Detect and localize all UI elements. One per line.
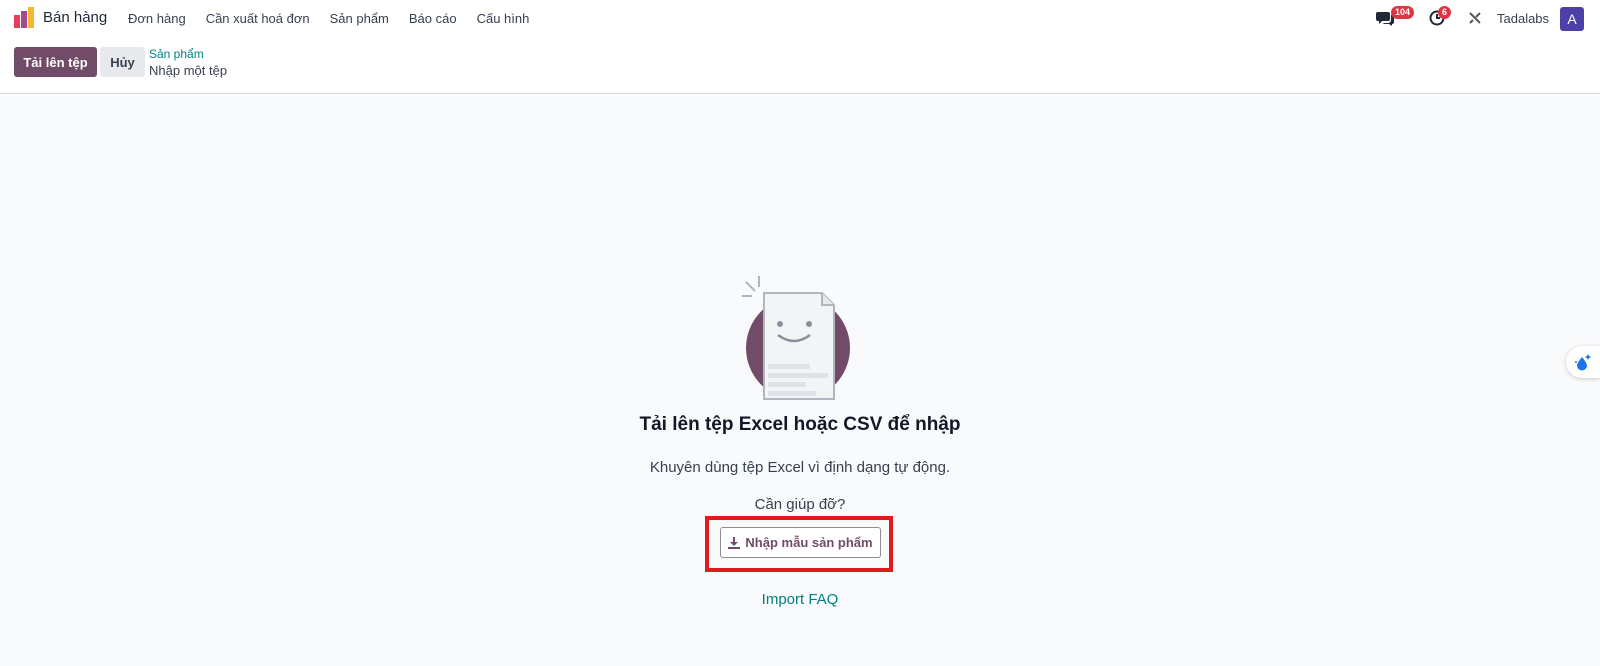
upload-title: Tải lên tệp Excel hoặc CSV để nhập: [639, 414, 961, 435]
company-name[interactable]: Tadalabs: [1497, 11, 1549, 26]
breadcrumb-current: Nhập một tệp: [149, 63, 228, 78]
tools-icon: [1469, 12, 1481, 24]
menu-item-products[interactable]: Sản phẩm: [330, 11, 389, 26]
top-navbar: Bán hàng Đơn hàng Cần xuất hoá đơn Sản p…: [0, 0, 1600, 38]
menu-item-orders[interactable]: Đơn hàng: [128, 11, 186, 26]
app-name[interactable]: Bán hàng: [43, 9, 107, 26]
control-panel: Tải lên tệp Hủy Sản phẩm Nhập một tệp: [0, 38, 1600, 94]
activities-badge: 6: [1438, 6, 1452, 19]
sparkle-drop-icon: [1575, 354, 1591, 371]
menu-item-configuration[interactable]: Cấu hình: [477, 11, 530, 26]
menu-item-to-invoice[interactable]: Cần xuất hoá đơn: [206, 11, 310, 26]
menu-item-reporting[interactable]: Báo cáo: [409, 11, 457, 26]
upload-file-button[interactable]: Tải lên tệp: [14, 47, 97, 77]
cancel-button[interactable]: Hủy: [100, 47, 145, 77]
debug-tools-button[interactable]: [1468, 11, 1484, 27]
smiling-document-illustration: [742, 276, 850, 400]
main-menu: Đơn hàng Cần xuất hoá đơn Sản phẩm Báo c…: [128, 11, 549, 26]
messages-badge: 104: [1391, 6, 1415, 19]
import-template-label: Nhập mẫu sản phẩm: [745, 535, 873, 550]
download-icon: [728, 536, 741, 549]
user-avatar[interactable]: A: [1560, 7, 1584, 31]
import-template-button[interactable]: Nhập mẫu sản phẩm: [720, 527, 881, 558]
side-assistant-widget[interactable]: [1566, 346, 1600, 378]
upload-subtitle: Khuyên dùng tệp Excel vì định dạng tự độ…: [649, 459, 951, 476]
sales-app-logo-icon[interactable]: [13, 7, 35, 29]
import-faq-link[interactable]: Import FAQ: [0, 591, 1600, 608]
help-text: Cần giúp đỡ?: [754, 496, 846, 513]
breadcrumb-products[interactable]: Sản phẩm: [149, 47, 204, 61]
